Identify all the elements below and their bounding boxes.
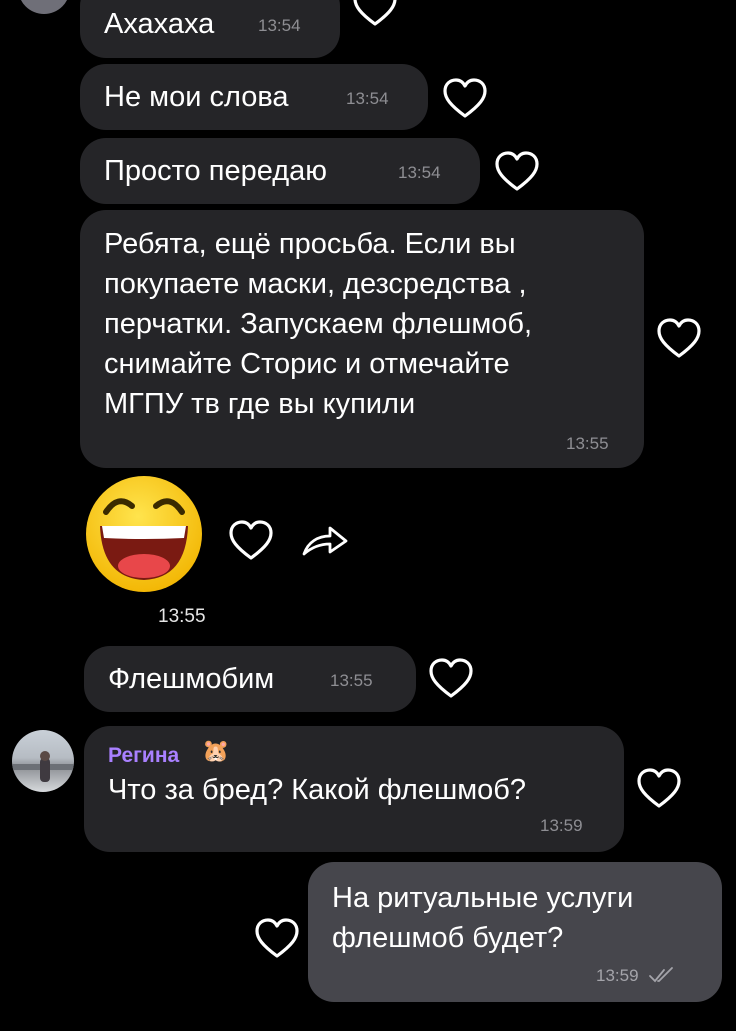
message-time: 13:55 — [566, 434, 609, 453]
chat-screen: Ахахаха 13:54 Не мои слова 13:54 Просто … — [0, 0, 736, 1031]
outgoing-message-bubble[interactable]: На ритуальные услуги флешмоб будет? 13:5… — [308, 862, 722, 1002]
message-text: Просто передаю — [104, 155, 327, 187]
message-text-line: МГПУ тв где вы купили — [104, 388, 416, 420]
message-bubble[interactable]: Не мои слова 13:54 — [80, 64, 428, 130]
sticker-time: 13:55 — [158, 606, 206, 627]
message-time: 13:55 — [330, 671, 373, 690]
message-text-line: перчатки. Запускаем флешмоб, — [104, 308, 533, 340]
laughing-face-sticker-icon[interactable] — [82, 474, 206, 594]
message-text-line: Ребята, ещё просьба. Если вы — [104, 228, 516, 260]
message-text-line: покупаете маски, дезсредства , — [104, 268, 527, 300]
heart-icon[interactable] — [656, 318, 702, 360]
message-time: 13:59 — [540, 816, 583, 835]
message-bubble[interactable]: Флешмобим 13:55 — [84, 646, 416, 712]
heart-icon[interactable] — [636, 768, 682, 810]
message-bubble[interactable]: Ребята, ещё просьба. Если вы покупаете м… — [80, 210, 644, 468]
heart-icon[interactable] — [352, 0, 398, 28]
message-time: 13:54 — [258, 16, 301, 35]
heart-icon[interactable] — [428, 658, 474, 700]
sender-emoji: 🐹 — [202, 738, 230, 763]
message-text: Что за бред? Какой флешмоб? — [108, 774, 527, 806]
avatar[interactable] — [12, 730, 74, 792]
message-text-line: флешмоб будет? — [332, 922, 564, 954]
message-bubble[interactable]: Регина 🐹 Что за бред? Какой флешмоб? 13:… — [84, 726, 624, 852]
avatar[interactable] — [18, 0, 70, 14]
heart-icon[interactable] — [494, 151, 540, 193]
message-time: 13:59 — [596, 966, 639, 985]
message-text: Флешмобим — [108, 663, 275, 695]
heart-icon[interactable] — [254, 918, 300, 960]
message-text: Не мои слова — [104, 81, 289, 113]
heart-icon[interactable] — [442, 78, 488, 120]
message-text-line: снимайте Сторис и отмечайте — [104, 348, 510, 380]
message-text-line: На ритуальные услуги — [332, 882, 634, 914]
double-check-icon — [648, 966, 678, 984]
message-bubble[interactable]: Просто передаю 13:54 — [80, 138, 480, 204]
message-text: Ахахаха — [104, 8, 215, 40]
message-time: 13:54 — [398, 163, 441, 182]
share-icon[interactable] — [300, 522, 350, 558]
heart-icon[interactable] — [228, 520, 274, 562]
message-time: 13:54 — [346, 89, 389, 108]
message-bubble[interactable]: Ахахаха 13:54 — [80, 0, 340, 58]
sender-name[interactable]: Регина — [108, 744, 179, 768]
